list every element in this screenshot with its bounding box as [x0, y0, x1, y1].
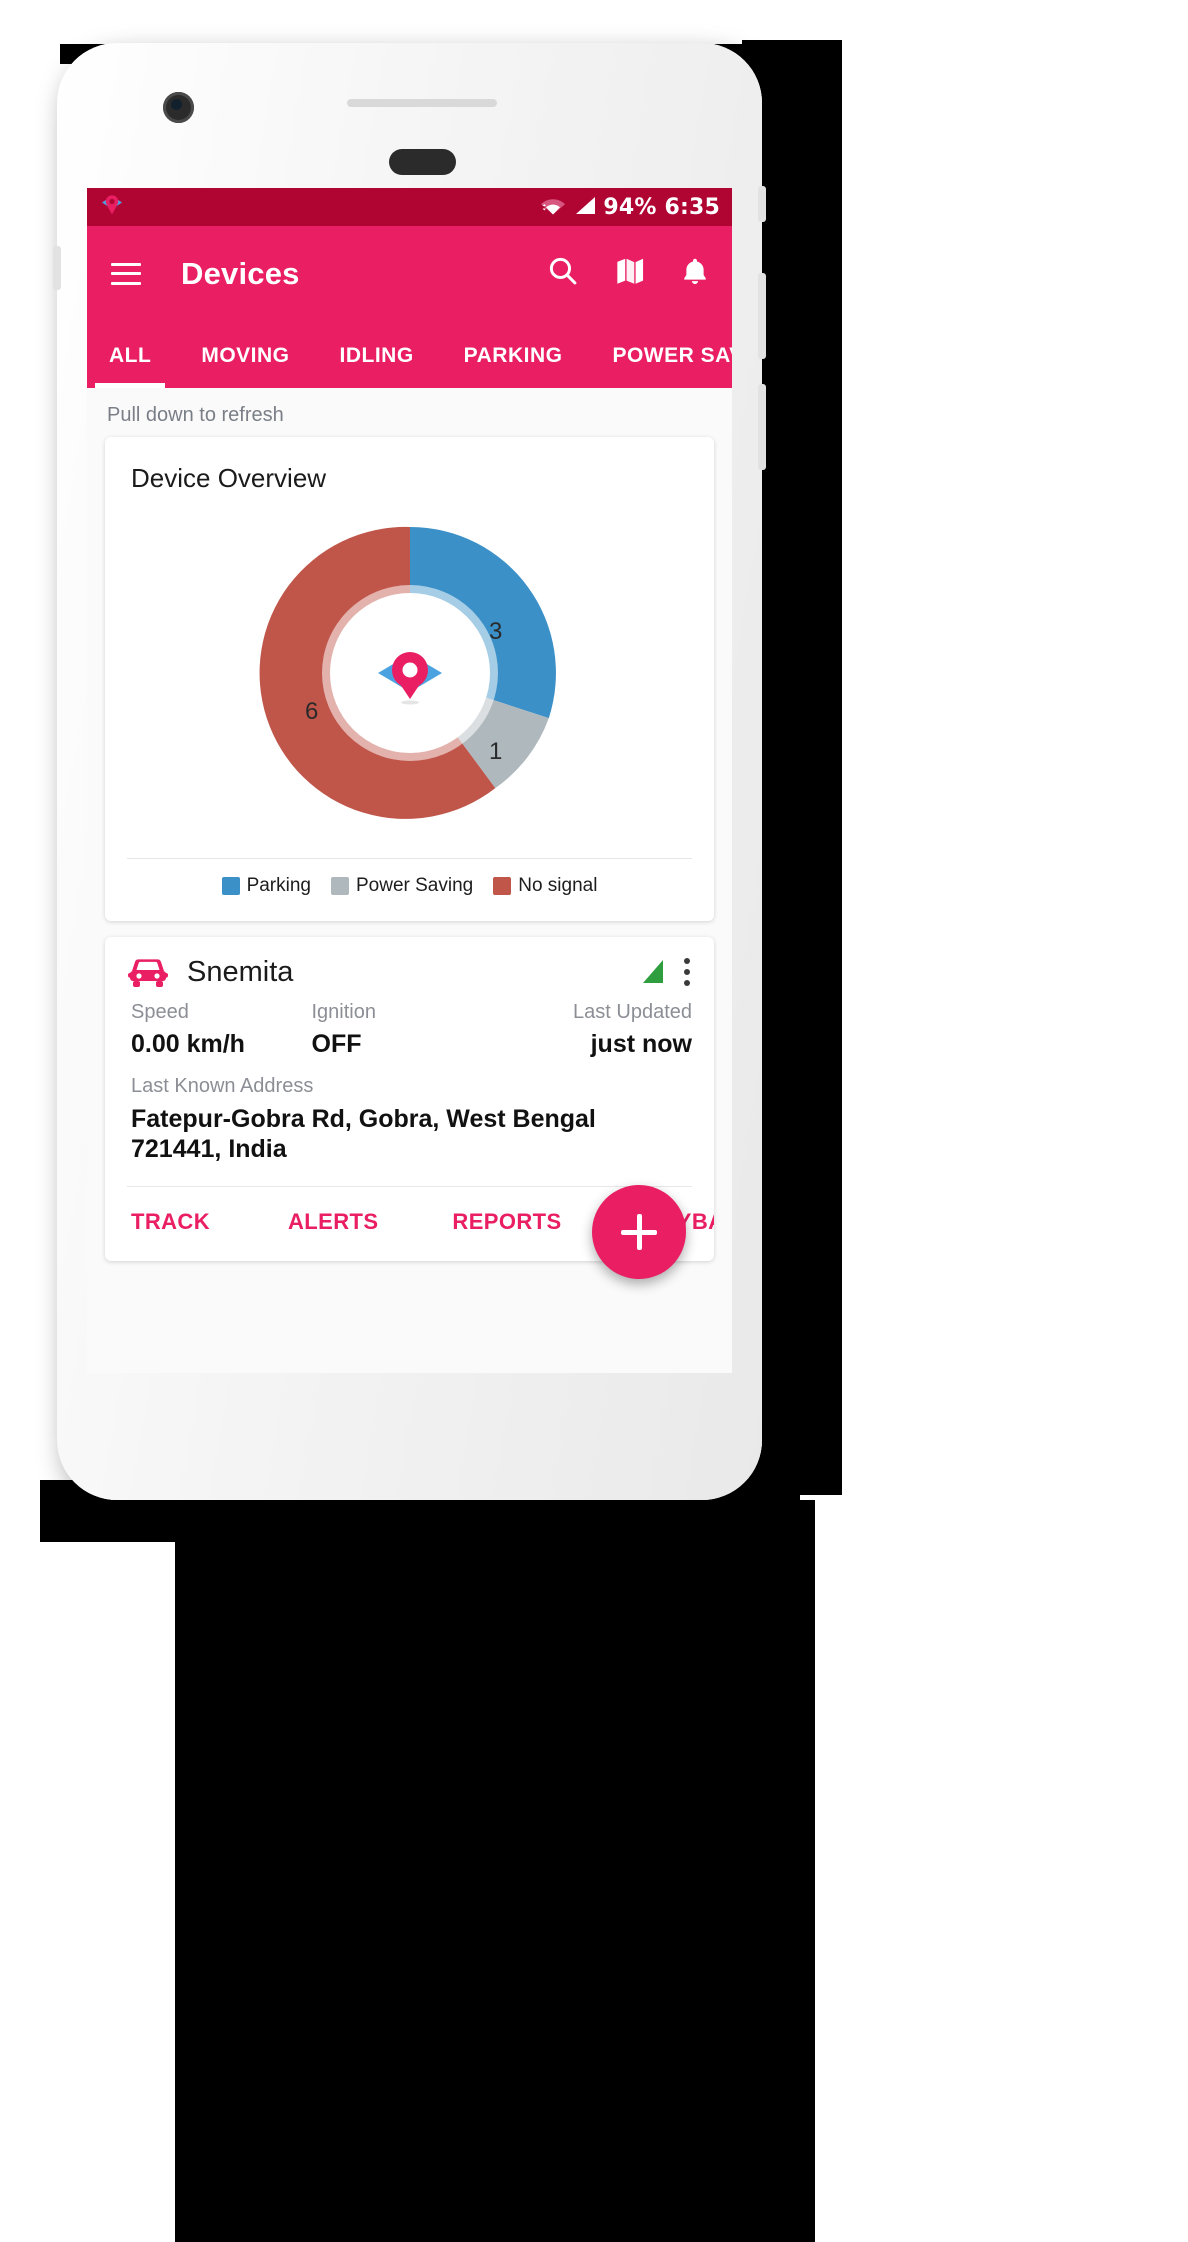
battery-and-time-text: 94% 6:35: [603, 194, 720, 220]
status-bar: 94% 6:35: [87, 188, 732, 226]
phone-device-frame: 94% 6:35 Devices ALL MOVING IDLING PARKI…: [53, 43, 766, 1500]
content-scroll-area[interactable]: Pull down to refresh Device Overview 3 1…: [87, 388, 732, 1373]
page-title: Devices: [181, 255, 300, 291]
stat-label-last-updated: Last Updated: [573, 1001, 692, 1023]
pull-to-refresh-hint: Pull down to refresh: [107, 404, 284, 426]
legend-swatch-parking: [221, 877, 240, 895]
volume-down-button[interactable]: [758, 384, 766, 470]
volume-up-button[interactable]: [758, 273, 766, 359]
search-icon[interactable]: [546, 254, 580, 293]
device-overview-card: Device Overview 3 1 6 Parking Power Savi…: [105, 437, 714, 921]
earpiece-speaker: [347, 99, 497, 107]
alerts-button[interactable]: ALERTS: [210, 1209, 378, 1235]
donut-value-no-signal: 6: [305, 698, 319, 725]
cellular-signal-icon: [573, 195, 596, 220]
overview-card-title: Device Overview: [131, 463, 327, 493]
stat-speed: Speed 0.00 km/h: [131, 1001, 312, 1059]
device-address-block: Last Known Address Fatepur-Gobra Rd, Gob…: [105, 1059, 714, 1164]
stat-label-speed: Speed: [131, 1001, 189, 1023]
map-icon[interactable]: [614, 255, 646, 292]
legend-label-parking: Parking: [246, 875, 311, 896]
sensor-pill: [389, 149, 456, 175]
legend-label-no-signal: No signal: [518, 875, 598, 896]
add-device-fab[interactable]: [592, 1185, 686, 1279]
device-list-item-card[interactable]: Snemita Speed 0.00 km/h Ignition OFF Las…: [105, 937, 714, 1279]
phone-screen: 94% 6:35 Devices ALL MOVING IDLING PARKI…: [87, 188, 732, 1373]
address-value: Fatepur-Gobra Rd, Gobra, West Bengal 721…: [131, 1105, 596, 1163]
backdrop-shape-deep: [175, 1500, 815, 2242]
tab-bar: ALL MOVING IDLING PARKING POWER SAVING: [87, 321, 732, 388]
tab-idling[interactable]: IDLING: [340, 344, 414, 388]
donut-value-parking: 3: [489, 618, 503, 645]
app-status-logo-icon: [101, 193, 123, 222]
stat-last-updated: Last Updated just now: [492, 1001, 692, 1059]
tab-parking[interactable]: PARKING: [464, 344, 563, 388]
device-stats-row: Speed 0.00 km/h Ignition OFF Last Update…: [105, 989, 714, 1059]
legend-swatch-no-signal: [493, 877, 512, 895]
address-label: Last Known Address: [131, 1075, 314, 1097]
app-bar: Devices: [87, 226, 732, 321]
chart-legend: Parking Power Saving No signal: [105, 859, 714, 921]
kebab-menu-icon[interactable]: [684, 958, 692, 986]
signal-strength-icon: [638, 957, 668, 987]
legend-label-power-saving: Power Saving: [355, 875, 474, 896]
reports-button[interactable]: REPORTS: [378, 1209, 561, 1235]
hamburger-menu-icon[interactable]: [111, 262, 141, 285]
side-button-right-1[interactable]: [758, 186, 766, 222]
side-button-left[interactable]: [53, 246, 61, 290]
device-name: Snemita: [187, 955, 294, 988]
donut-value-power-saving: 1: [489, 738, 503, 765]
bell-icon[interactable]: [680, 255, 710, 292]
stat-value-speed: 0.00 km/h: [131, 1030, 245, 1058]
eye-pin-logo-icon: [372, 635, 448, 711]
legend-swatch-power-saving: [330, 877, 349, 895]
legend-item-no-signal: No signal: [493, 875, 597, 897]
wifi-icon: [540, 195, 566, 220]
track-button[interactable]: TRACK: [105, 1209, 210, 1235]
stat-value-last-updated: just now: [590, 1030, 692, 1058]
device-card-header: Snemita: [105, 937, 714, 989]
donut-chart: 3 1 6: [105, 498, 714, 848]
tab-all[interactable]: ALL: [94, 344, 166, 388]
app-bar-actions: [546, 254, 710, 293]
car-icon: [127, 955, 169, 989]
stat-value-ignition: OFF: [311, 1030, 362, 1058]
status-bar-right-group: 94% 6:35: [540, 195, 720, 220]
legend-item-power-saving: Power Saving: [330, 875, 474, 897]
stat-label-ignition: Ignition: [311, 1001, 377, 1023]
tab-moving[interactable]: MOVING: [201, 344, 289, 388]
tab-power-saving[interactable]: POWER SAVING: [612, 344, 732, 388]
camera-lens-dot: [171, 99, 182, 110]
legend-item-parking: Parking: [221, 875, 311, 897]
stat-ignition: Ignition OFF: [312, 1001, 493, 1059]
front-camera-icon: [163, 92, 194, 123]
